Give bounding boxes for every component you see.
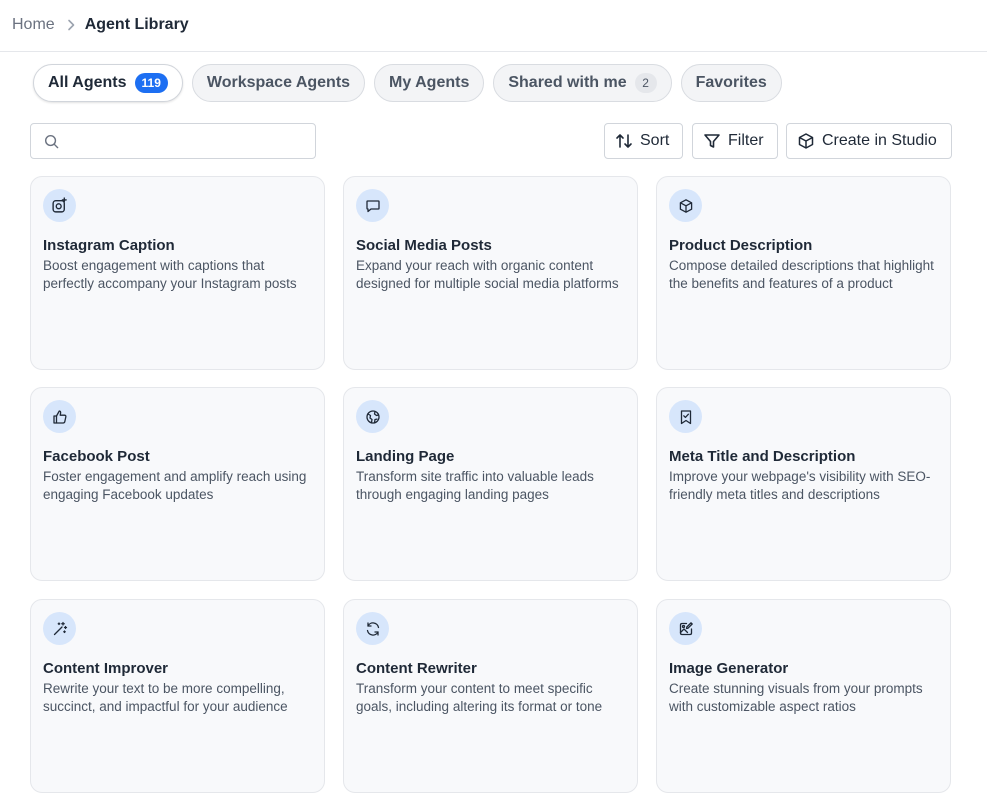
agent-card[interactable]: Content Rewriter Transform your content … [343, 599, 638, 793]
tab-label: Shared with me [508, 74, 627, 91]
agent-title: Instagram Caption [43, 237, 175, 254]
instagram-icon [43, 189, 76, 222]
sort-icon [615, 132, 633, 150]
agent-title: Content Improver [43, 660, 169, 677]
tab-shared-with-me[interactable]: Shared with me 2 [493, 64, 672, 102]
agent-card[interactable]: Landing Page Transform site traffic into… [343, 387, 638, 581]
breadcrumb: Home Agent Library [12, 14, 189, 36]
tab-my-agents[interactable]: My Agents [374, 64, 485, 102]
count-badge: 2 [634, 73, 657, 93]
agent-title: Meta Title and Description [669, 448, 856, 465]
box-icon [669, 189, 702, 222]
image-edit-icon [669, 612, 702, 645]
magic-wand-icon [43, 612, 76, 645]
tab-all-agents[interactable]: All Agents 119 [33, 64, 183, 102]
sort-button[interactable]: Sort [604, 123, 683, 159]
create-in-studio-button[interactable]: Create in Studio [786, 123, 952, 159]
search-icon [44, 134, 59, 149]
create-in-studio-label: Create in Studio [822, 132, 937, 149]
header-divider [0, 51, 987, 52]
count-badge: 119 [134, 73, 168, 93]
agent-description: Rewrite your text to be more compelling,… [43, 681, 288, 714]
thumbs-up-icon [43, 400, 76, 433]
breadcrumb-home-link[interactable]: Home [12, 16, 55, 34]
globe-icon [356, 400, 389, 433]
agent-title: Image Generator [669, 660, 789, 677]
agent-title: Landing Page [356, 448, 455, 465]
agent-card[interactable]: Image Generator Create stunning visuals … [656, 599, 951, 793]
search-input[interactable] [67, 124, 315, 158]
agent-card[interactable]: Meta Title and Description Improve your … [656, 387, 951, 581]
agent-filter-tabs: All Agents 119 Workspace Agents My Agent… [33, 64, 791, 102]
agent-card[interactable]: Facebook Post Foster engagement and ampl… [30, 387, 325, 581]
agent-description: Compose detailed descriptions that highl… [669, 258, 934, 291]
search-box [30, 123, 316, 159]
agent-description: Transform site traffic into valuable lea… [356, 469, 594, 502]
tab-label: All Agents [48, 74, 127, 91]
filter-label: Filter [728, 132, 764, 149]
filter-button[interactable]: Filter [692, 123, 778, 159]
agent-title: Content Rewriter [356, 660, 477, 677]
tab-workspace-agents[interactable]: Workspace Agents [191, 64, 366, 102]
agent-title: Social Media Posts [356, 237, 492, 254]
agent-description: Create stunning visuals from your prompt… [669, 681, 923, 714]
refresh-icon [356, 612, 389, 645]
tab-label: My Agents [389, 74, 470, 91]
page-title: Agent Library [84, 16, 189, 33]
agent-title: Facebook Post [43, 448, 150, 465]
tab-label: Favorites [695, 74, 767, 91]
agent-description: Expand your reach with organic content d… [356, 258, 619, 291]
agent-card[interactable]: Content Improver Rewrite your text to be… [30, 599, 325, 793]
tab-label: Workspace Agents [206, 74, 351, 91]
bookmark-check-icon [669, 400, 702, 433]
agent-card[interactable]: Instagram Caption Boost engagement with … [30, 176, 325, 370]
sort-label: Sort [640, 132, 670, 149]
agent-description: Transform your content to meet specific … [356, 681, 603, 714]
tab-favorites[interactable]: Favorites [680, 64, 782, 102]
chat-bubble-icon [356, 189, 389, 222]
filter-icon [703, 132, 721, 150]
agent-description: Improve your webpage's visibility with S… [669, 469, 931, 502]
box-icon [797, 132, 815, 150]
chevron-right-icon [66, 19, 76, 31]
agent-title: Product Description [669, 237, 813, 254]
agent-description: Boost engagement with captions that perf… [43, 258, 297, 291]
agent-card[interactable]: Product Description Compose detailed des… [656, 176, 951, 370]
agent-description: Foster engagement and amplify reach usin… [43, 469, 307, 502]
agent-card[interactable]: Social Media Posts Expand your reach wit… [343, 176, 638, 370]
